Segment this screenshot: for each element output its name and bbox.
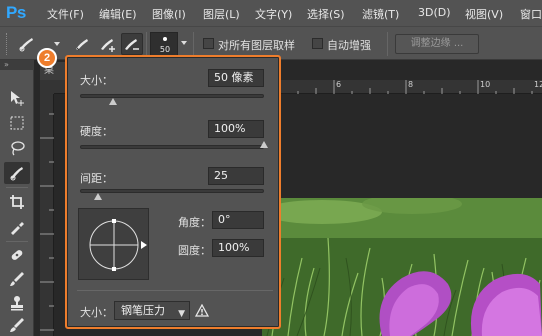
toolbar-separator: [6, 187, 28, 188]
warning-icon: [194, 302, 210, 321]
history-brush-tool-icon[interactable]: [4, 314, 30, 336]
move-tool-icon[interactable]: [4, 87, 30, 109]
ruler-label: 8: [408, 80, 414, 89]
sample-all-layers-checkbox[interactable]: [203, 38, 214, 49]
spacing-label: 间距：: [80, 172, 113, 185]
spacing-slider-thumb[interactable]: [94, 193, 103, 200]
size-input[interactable]: 50 像素: [208, 69, 264, 87]
panel-separator: [77, 290, 273, 291]
lasso-tool-icon[interactable]: [4, 137, 30, 159]
quick-selection-tool-preset-icon[interactable]: [16, 33, 38, 55]
step-badge: 2: [37, 48, 57, 68]
options-separator: [387, 32, 388, 56]
refine-edge-button[interactable]: 调整边缘 ...: [395, 34, 479, 54]
brush-angle-roundness-preview[interactable]: [78, 208, 149, 280]
toolbar-collapse-toggle[interactable]: »: [0, 60, 34, 70]
menu-filter[interactable]: 滤镜(T): [362, 6, 399, 22]
menu-edit[interactable]: 编辑(E): [99, 6, 137, 22]
size-control-label: 大小：: [80, 306, 113, 319]
size-slider-track[interactable]: [80, 94, 264, 98]
options-separator: [193, 32, 194, 56]
angle-input[interactable]: 0°: [212, 211, 264, 229]
tools-panel: [0, 70, 34, 336]
menu-3d[interactable]: 3D(D): [418, 6, 451, 19]
ruler-label: 12: [534, 80, 542, 89]
quick-selection-tool-icon[interactable]: [4, 162, 30, 184]
ruler-label: 6: [336, 80, 342, 89]
menu-select[interactable]: 选择(S): [307, 6, 345, 22]
roundness-label: 圆度：: [178, 244, 211, 257]
menu-layer[interactable]: 图层(L): [203, 6, 240, 22]
menu-view[interactable]: 视图(V): [465, 6, 503, 22]
photoshop-logo: Ps: [6, 3, 26, 22]
menu-type[interactable]: 文字(Y): [255, 6, 292, 22]
menu-file[interactable]: 文件(F): [47, 6, 84, 22]
angle-direction-arrow-icon[interactable]: [141, 241, 147, 249]
size-control-dropdown[interactable]: 钢笔压力 ▼: [114, 301, 190, 320]
spacing-slider-track[interactable]: [80, 189, 264, 193]
menu-bar: Ps 文件(F) 编辑(E) 图像(I) 图层(L) 文字(Y) 选择(S) 滤…: [0, 0, 542, 26]
canvas-photo[interactable]: [262, 198, 542, 336]
menu-window[interactable]: 窗口: [520, 6, 542, 22]
size-slider-thumb[interactable]: [109, 98, 118, 105]
ruler-label: 10: [480, 80, 491, 89]
auto-enhance-checkbox[interactable]: [312, 38, 323, 49]
chevron-down-icon: ▼: [178, 309, 185, 319]
hardness-slider-track[interactable]: [80, 145, 264, 149]
vertical-ruler[interactable]: [40, 94, 54, 336]
brush-size-readout: 50: [159, 45, 171, 54]
menu-image[interactable]: 图像(I): [152, 6, 186, 22]
roundness-input[interactable]: 100%: [212, 239, 264, 257]
clone-stamp-tool-icon[interactable]: [4, 292, 30, 314]
size-control-value: 钢笔压力: [121, 304, 165, 317]
options-separator: [146, 32, 147, 56]
auto-enhance-label: 自动增强: [327, 39, 371, 52]
healing-brush-tool-icon[interactable]: [4, 244, 30, 266]
hardness-slider-thumb[interactable]: [260, 141, 268, 148]
brush-tip-icon: [163, 37, 167, 41]
hardness-input[interactable]: 100%: [208, 120, 264, 138]
subtract-from-selection-icon[interactable]: [121, 33, 143, 55]
eyedropper-tool-icon[interactable]: [4, 216, 30, 238]
hardness-label: 硬度：: [80, 125, 113, 138]
crop-tool-icon[interactable]: [4, 191, 30, 213]
brush-tool-icon[interactable]: [4, 268, 30, 290]
spacing-input[interactable]: 25: [208, 167, 264, 185]
brush-preset-picker[interactable]: 50: [150, 32, 178, 56]
chevron-down-icon[interactable]: [181, 41, 187, 45]
brush-options-panel: 大小： 50 像素 硬度： 100% 间距： 25 角度： 0° 圆度： 100…: [65, 55, 281, 329]
marquee-tool-icon[interactable]: [4, 112, 30, 134]
sample-all-layers-label: 对所有图层取样: [218, 39, 295, 52]
size-label: 大小：: [80, 74, 113, 87]
angle-label: 角度：: [178, 216, 211, 229]
ruler-origin[interactable]: [40, 80, 54, 94]
add-to-selection-icon[interactable]: [97, 33, 119, 55]
options-bar-grip[interactable]: [6, 33, 9, 55]
toolbar-separator: [6, 241, 28, 242]
new-selection-icon[interactable]: [72, 33, 94, 55]
